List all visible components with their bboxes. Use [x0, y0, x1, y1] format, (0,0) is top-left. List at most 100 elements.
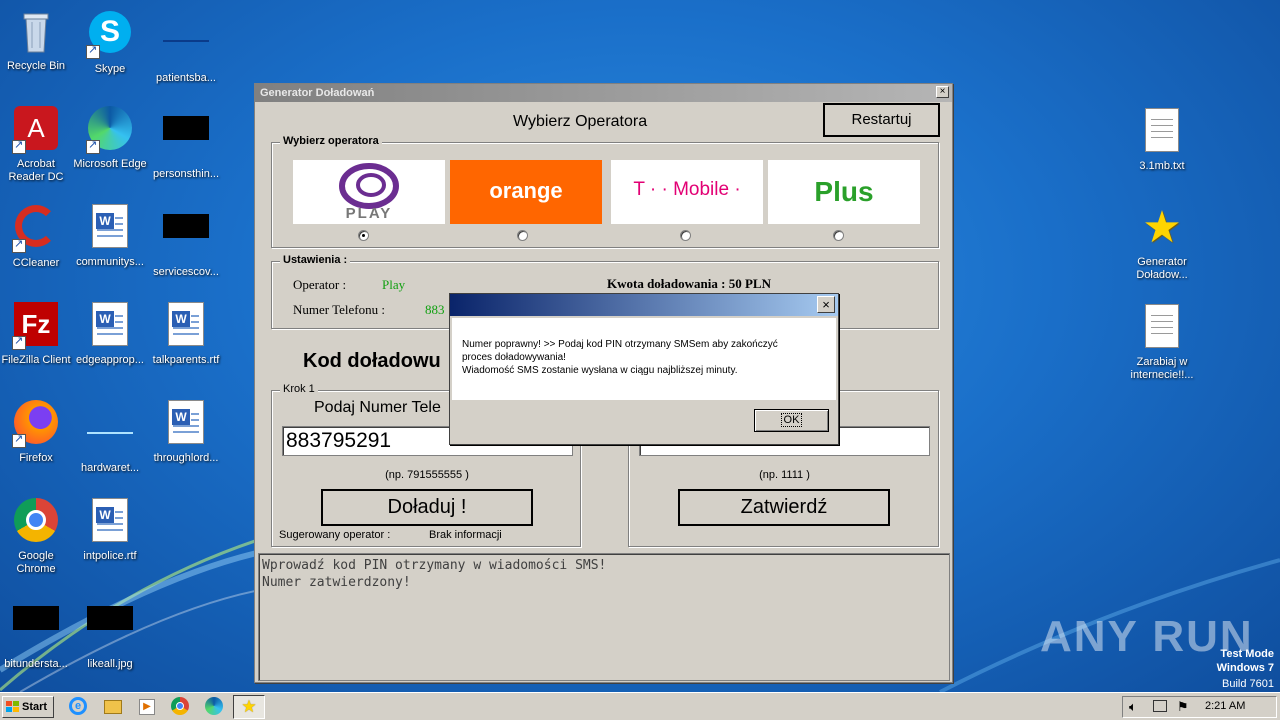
radio-tmobile[interactable]: [680, 230, 691, 241]
skype-icon: S: [86, 11, 134, 59]
hardwaret-file[interactable]: hardwaret...: [72, 398, 148, 475]
desktop-icon-label: Recycle Bin: [6, 60, 66, 72]
intpolice-file[interactable]: W intpolice.rtf: [72, 496, 148, 563]
firefox-shortcut[interactable]: Firefox: [0, 398, 74, 465]
recycle-bin-icon[interactable]: Recycle Bin: [0, 8, 74, 73]
plus-logo-text: Plus: [814, 176, 874, 207]
word-doc-icon: W: [162, 400, 210, 448]
play-logo-icon: PLAY: [339, 163, 399, 222]
confirm-button[interactable]: Zatwierdź: [678, 489, 890, 526]
throughlord-file[interactable]: W throughlord...: [148, 398, 224, 465]
message-dialog: × Numer poprawny! >> Podaj kod PIN otrzy…: [449, 293, 839, 445]
ccleaner-icon: [12, 205, 60, 253]
edge-shortcut[interactable]: Microsoft Edge: [72, 104, 148, 171]
desktop-icon-label: Firefox: [19, 452, 53, 464]
chrome-shortcut[interactable]: Google Chrome: [0, 496, 74, 576]
dialog-message: Numer poprawny! >> Podaj kod PIN otrzyma…: [452, 318, 836, 400]
dialog-message-line: proces doładowywania!: [462, 352, 566, 363]
desktop-icon-label: communitys...: [76, 256, 144, 268]
text-file-icon: [1138, 108, 1186, 156]
start-label: Start: [22, 701, 48, 713]
suggested-operator-value: Brak informacji: [429, 529, 502, 541]
window-titlebar[interactable]: Generator Doładowań ×: [255, 84, 952, 102]
desktop-icon-label: likeall.jpg: [87, 658, 133, 670]
word-doc-icon: W: [86, 302, 134, 350]
operator-plus-logo[interactable]: Plus: [768, 160, 920, 224]
servicescov-file[interactable]: servicescov...: [148, 202, 224, 279]
ie-icon[interactable]: e: [69, 697, 89, 717]
tmobile-logo-text: T · · Mobile ·: [633, 179, 741, 200]
file-icon: [12, 606, 60, 654]
explorer-folder-icon[interactable]: [104, 697, 124, 717]
operator-orange-logo[interactable]: orange: [450, 160, 602, 224]
skype-shortcut[interactable]: S Skype: [72, 8, 148, 76]
image-file-icon: [86, 606, 134, 654]
generator-shortcut[interactable]: ★ Generator Doładow...: [1124, 204, 1200, 282]
desktop-icon-label: Acrobat Reader DC: [8, 158, 64, 183]
operator-group-label: Wybierz operatora: [280, 135, 382, 147]
dialog-message-line: Numer poprawny! >> Podaj kod PIN otrzyma…: [462, 339, 778, 350]
taskbar: Start e ▶ ★ 🔈︎ ⚑ 2:21 AM: [0, 692, 1280, 720]
filezilla-shortcut[interactable]: Fz FileZilla Client: [0, 300, 74, 367]
talkparents-file[interactable]: W talkparents.rtf: [148, 300, 224, 367]
generator-taskbar-button[interactable]: ★: [233, 695, 265, 719]
amount-label: Kwota doładowania : 50 PLN: [607, 276, 771, 291]
desktop-icon-label: Microsoft Edge: [73, 158, 147, 170]
word-doc-icon: W: [86, 498, 134, 546]
operator-play-logo[interactable]: PLAY: [293, 160, 445, 224]
operator-group: Wybierz operatora PLAY orange T · · Mobi…: [271, 135, 939, 248]
windows-flag-icon: [6, 701, 19, 712]
start-button[interactable]: Start: [2, 696, 54, 718]
phone-value: 883: [425, 302, 445, 317]
bitundersta-file[interactable]: bitundersta...: [0, 594, 74, 671]
operator-value: Play: [382, 277, 406, 292]
desktop-icon-label: CCleaner: [12, 257, 60, 269]
network-icon[interactable]: [1153, 700, 1167, 712]
status-log: Wprowadź kod PIN otrzymany w wiadomości …: [258, 553, 950, 681]
media-player-icon[interactable]: ▶: [137, 697, 157, 717]
file-icon: [162, 20, 210, 68]
operator-tmobile-logo[interactable]: T · · Mobile ·: [611, 160, 763, 224]
dialog-ok-button[interactable]: OK: [754, 409, 829, 432]
personsthin-file[interactable]: personsthin...: [148, 104, 224, 181]
recharge-button[interactable]: Doładuj !: [321, 489, 533, 526]
radio-plus[interactable]: [833, 230, 844, 241]
ccleaner-shortcut[interactable]: CCleaner: [0, 202, 74, 270]
flag-icon[interactable]: ⚑: [1177, 699, 1189, 715]
patientsba-file[interactable]: patientsba...: [148, 8, 224, 85]
dialog-close-button[interactable]: ×: [817, 296, 835, 313]
restart-button[interactable]: Restartuj: [823, 103, 940, 137]
edge-icon: [86, 106, 134, 154]
radio-play[interactable]: [358, 230, 369, 241]
chrome-taskbar-icon[interactable]: [171, 697, 191, 717]
windows-version-label: Windows 7: [1216, 662, 1274, 674]
communitys-file[interactable]: W communitys...: [72, 202, 148, 269]
suggested-operator-label: Sugerowany operator :: [279, 529, 391, 541]
zarabiaj-file[interactable]: Zarabiaj w internecie!!...: [1124, 302, 1200, 382]
desktop-icon-label: 3.1mb.txt: [1139, 160, 1185, 172]
word-doc-icon: W: [162, 302, 210, 350]
star-icon: ★: [1142, 203, 1182, 252]
filezilla-icon: Fz: [12, 302, 60, 350]
operator-label: Operator :: [293, 277, 347, 292]
phone-label: Numer Telefonu :: [293, 302, 385, 317]
desktop-icon-label: hardwaret...: [80, 462, 140, 474]
clock[interactable]: 2:21 AM: [1205, 700, 1245, 712]
shortcut-arrow-icon: [12, 335, 26, 350]
edge-taskbar-icon[interactable]: [205, 697, 225, 717]
dialog-ok-label: OK: [780, 413, 803, 427]
orange-logo-text: orange: [489, 178, 563, 203]
volume-icon[interactable]: 🔈︎: [1129, 699, 1137, 715]
log-line: Wprowadź kod PIN otrzymany w wiadomości …: [262, 558, 607, 573]
dialog-message-line: Wiadomość SMS zostanie wysłana w ciągu n…: [462, 365, 738, 376]
system-tray: 🔈︎ ⚑: [1122, 696, 1277, 718]
likeall-file[interactable]: likeall.jpg: [72, 594, 148, 671]
edgeapprop-file[interactable]: W edgeapprop...: [72, 300, 148, 367]
file-icon: [162, 214, 210, 262]
radio-orange[interactable]: [517, 230, 528, 241]
window-close-button[interactable]: ×: [936, 86, 949, 98]
acrobat-shortcut[interactable]: A Acrobat Reader DC: [0, 104, 74, 184]
desktop-icon-label: Zarabiaj w internecie!!...: [1130, 356, 1194, 381]
dialog-titlebar[interactable]: ×: [450, 294, 838, 316]
txt-file-3-1mb[interactable]: 3.1mb.txt: [1124, 106, 1200, 173]
